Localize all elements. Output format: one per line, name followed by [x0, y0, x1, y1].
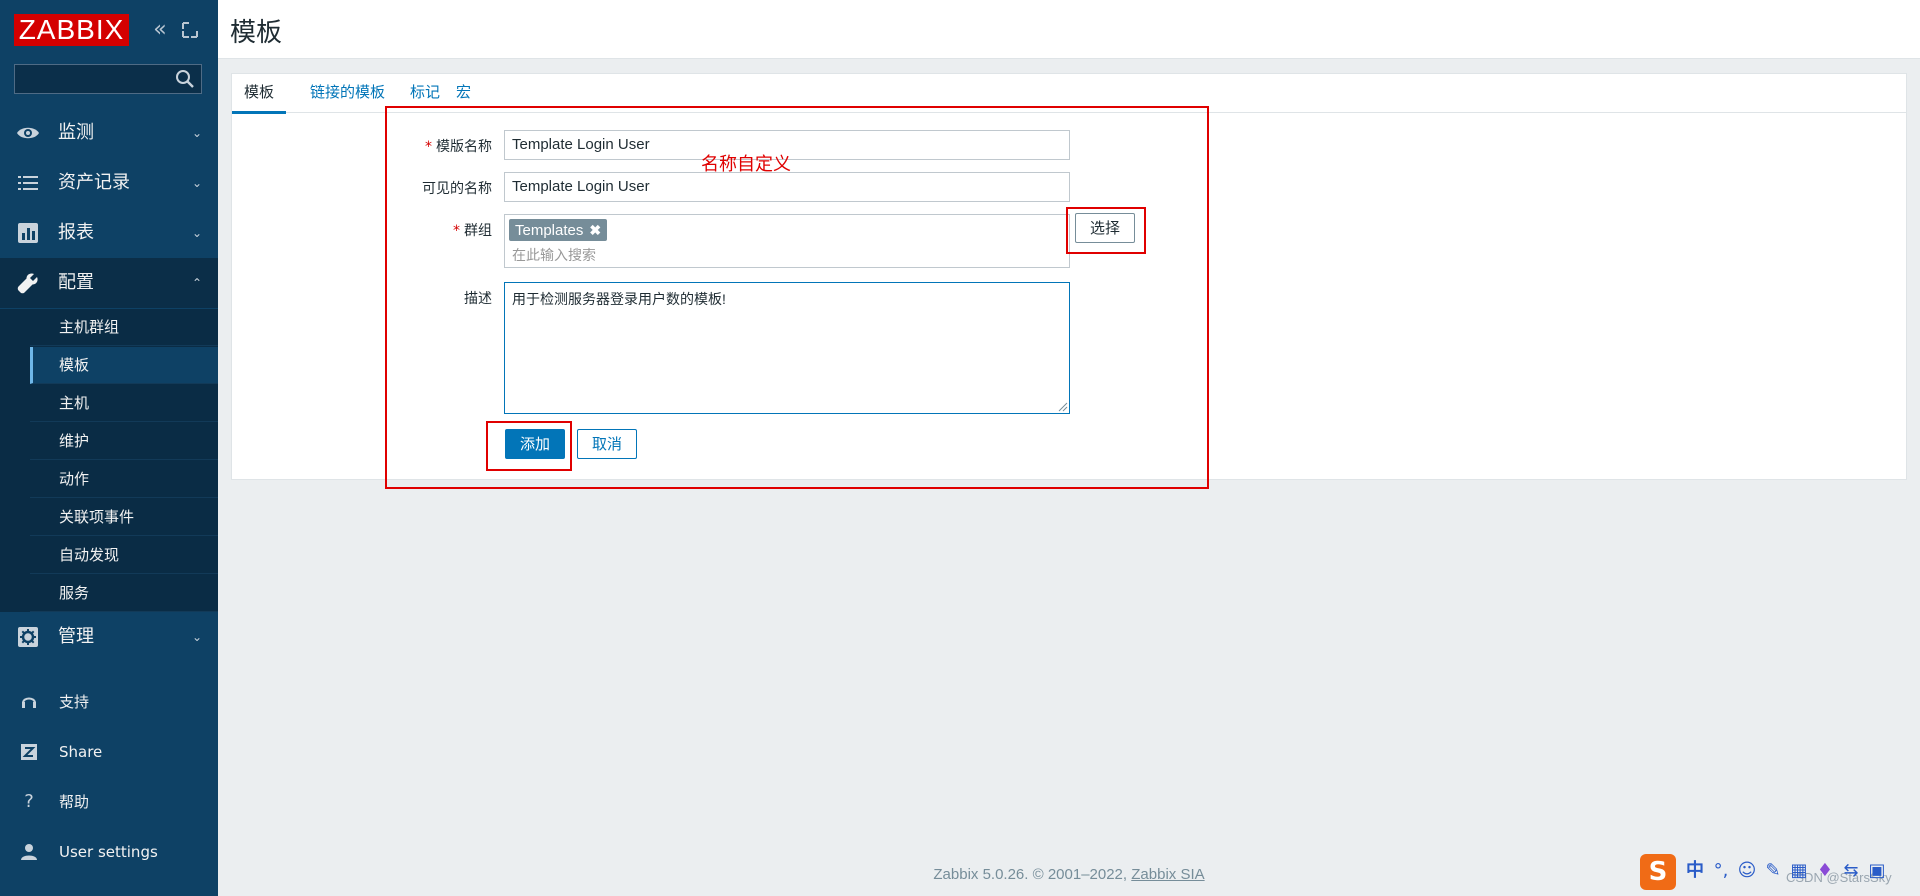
list-icon — [18, 176, 38, 190]
menu-inventory[interactable]: 资产记录 ⌄ — [0, 158, 218, 208]
aux-share[interactable]: Share — [0, 732, 218, 772]
aux-label: 帮助 — [59, 793, 90, 811]
chevron-down-icon: ⌄ — [191, 630, 202, 644]
menu-administration[interactable]: 管理 ⌄ — [0, 612, 218, 662]
headset-icon — [22, 697, 36, 708]
groups-label-text: 群组 — [464, 223, 492, 239]
remove-tag-icon[interactable]: ✖ — [589, 222, 601, 238]
share-z-icon — [21, 744, 37, 760]
chevron-down-icon: ⌄ — [191, 126, 202, 140]
menu-label: 资产记录 — [58, 172, 130, 193]
visible-name-label: 可见的名称 — [422, 181, 492, 197]
resize-handle-icon[interactable] — [1058, 402, 1068, 412]
wrench-icon — [17, 273, 38, 294]
menu-label: 配置 — [58, 272, 94, 293]
submenu-item-services[interactable]: 服务 — [30, 575, 218, 612]
config-submenu: 主机群组 模板 主机 维护 动作 关联项事件 自动发现 服务 — [0, 309, 218, 612]
sidebar: ZABBIX « 监测 ⌄ 资产记录 ⌄ 报表 ⌄ 配置 ⌃ 主机群组 模板 主… — [0, 0, 218, 896]
select-groups-button[interactable]: 选择 — [1075, 213, 1135, 243]
submenu-item-actions[interactable]: 动作 — [30, 461, 218, 498]
sidebar-search — [14, 64, 202, 94]
aux-label: User settings — [59, 843, 158, 861]
submenu-item-hosts[interactable]: 主机 — [30, 385, 218, 422]
tab-linked-templates[interactable]: 链接的模板 — [300, 74, 395, 111]
eye-icon — [17, 127, 39, 139]
menu-label: 管理 — [58, 626, 94, 647]
groups-search-placeholder[interactable]: 在此输入搜索 — [512, 245, 596, 265]
menu-label: 报表 — [58, 222, 94, 243]
ime-skin-icon[interactable]: ♦ — [1814, 858, 1836, 884]
user-icon — [21, 844, 37, 860]
question-icon: ? — [24, 791, 34, 812]
footer-link[interactable]: Zabbix SIA — [1131, 866, 1204, 883]
submenu-item-event-correlation[interactable]: 关联项事件 — [30, 499, 218, 536]
submenu-item-host-groups[interactable]: 主机群组 — [30, 309, 218, 346]
group-tag: Templates ✖ — [509, 219, 608, 241]
bar-chart-icon — [18, 223, 38, 243]
search-icon[interactable] — [175, 69, 195, 89]
template-form-panel: 模板 链接的模板 标记 宏 * 模版名称 Template Login User … — [231, 73, 1907, 480]
submenu-item-templates[interactable]: 模板 — [30, 347, 218, 384]
sidebar-search-input[interactable] — [15, 65, 177, 93]
groups-label: * 群组 — [362, 220, 492, 240]
sogou-logo-icon[interactable]: S — [1640, 854, 1676, 890]
add-button[interactable]: 添加 — [505, 429, 565, 459]
page-title: 模板 — [230, 18, 283, 48]
collapse-sidebar-icon[interactable]: « — [148, 16, 172, 44]
group-tag-label: Templates — [515, 222, 584, 239]
menu-configuration[interactable]: 配置 ⌃ — [0, 258, 218, 308]
cancel-button[interactable]: 取消 — [577, 429, 637, 459]
menu-reports[interactable]: 报表 ⌄ — [0, 208, 218, 258]
chevron-down-icon: ⌄ — [191, 226, 202, 240]
template-name-label: * 模版名称 — [362, 136, 492, 156]
ime-chinese-mode-icon[interactable]: 中 — [1684, 858, 1706, 884]
aux-help[interactable]: ? 帮助 — [0, 782, 218, 822]
submenu-item-maintenance[interactable]: 维护 — [30, 423, 218, 460]
chevron-up-icon: ⌃ — [191, 276, 202, 290]
page-header: 模板 — [218, 0, 1920, 59]
aux-label: 支持 — [59, 693, 90, 711]
ime-punctuation-icon[interactable]: °, — [1710, 858, 1732, 884]
ime-toolbox-icon[interactable]: ▣ — [1866, 858, 1888, 884]
tab-tags[interactable]: 标记 — [400, 74, 450, 111]
required-mark: * — [453, 223, 460, 239]
required-mark: * — [425, 139, 432, 155]
menu-label: 监测 — [58, 122, 94, 143]
visible-name-input[interactable]: Template Login User — [504, 172, 1070, 202]
ime-switch-icon[interactable]: ⇆ — [1840, 858, 1862, 884]
description-label: 描述 — [464, 291, 492, 307]
aux-user-settings[interactable]: User settings — [0, 832, 218, 872]
aux-label: Share — [59, 743, 103, 761]
footer-text: Zabbix 5.0.26. © 2001–2022, — [933, 866, 1132, 883]
chevron-down-icon: ⌄ — [191, 176, 202, 190]
ime-emoji-icon[interactable]: ☺ — [1736, 858, 1758, 884]
ime-handwrite-icon[interactable]: ✎ — [1762, 858, 1784, 884]
ime-keyboard-icon[interactable]: ▦ — [1788, 858, 1810, 884]
tab-bar: 模板 链接的模板 标记 宏 — [232, 74, 1906, 114]
kiosk-mode-icon[interactable] — [178, 16, 202, 44]
gear-icon — [18, 627, 38, 647]
tab-macros[interactable]: 宏 — [446, 74, 481, 111]
annotation-text: 名称自定义 — [701, 154, 791, 175]
aux-support[interactable]: 支持 — [0, 682, 218, 722]
menu-monitoring[interactable]: 监测 ⌄ — [0, 108, 218, 158]
submenu-item-discovery[interactable]: 自动发现 — [30, 537, 218, 574]
tab-template[interactable]: 模板 — [232, 74, 287, 114]
template-name-label-text: 模版名称 — [436, 139, 492, 155]
ime-toolbar: S 中 °, ☺ ✎ ▦ ♦ ⇆ ▣ — [1640, 854, 1920, 890]
logo-row: ZABBIX « — [0, 0, 218, 60]
groups-multiselect[interactable]: Templates ✖ 在此输入搜索 — [504, 214, 1070, 268]
description-textarea[interactable]: 用于检测服务器登录用户数的模板! — [504, 282, 1070, 414]
zabbix-logo[interactable]: ZABBIX — [14, 14, 129, 46]
